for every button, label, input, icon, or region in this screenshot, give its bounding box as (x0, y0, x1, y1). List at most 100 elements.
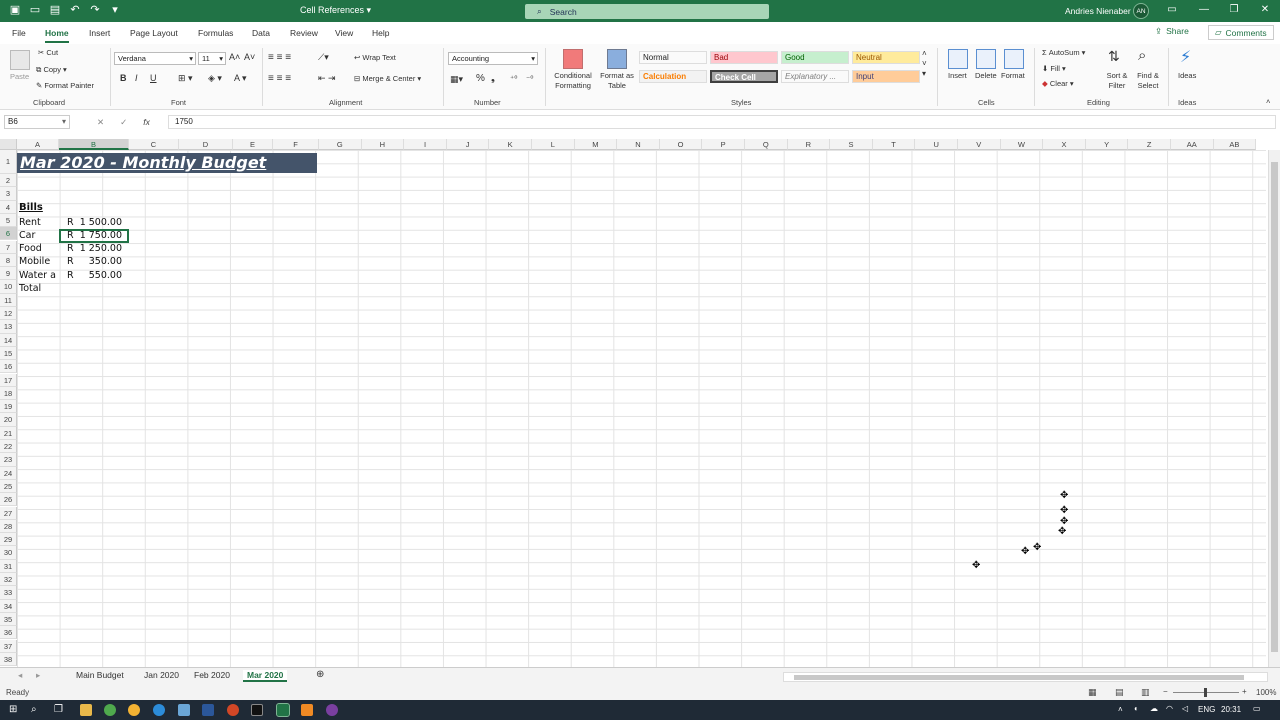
column-header[interactable]: I (404, 139, 447, 150)
edge-icon[interactable] (153, 704, 165, 716)
select-all-corner[interactable] (0, 139, 17, 150)
column-header[interactable]: S (830, 139, 873, 150)
zoom-in-icon[interactable]: + (1242, 687, 1247, 696)
row-header[interactable]: 35 (0, 612, 17, 627)
style-input[interactable]: Input (852, 70, 920, 83)
row-header[interactable]: 23 (0, 453, 17, 467)
row-header[interactable]: 11 (0, 293, 17, 307)
row-header[interactable]: 8 (0, 253, 17, 268)
row-header[interactable]: 7 (0, 240, 17, 254)
row-header[interactable]: 22 (0, 440, 17, 454)
wifi-icon[interactable]: ◠ (1166, 704, 1173, 713)
zoom-slider-thumb[interactable] (1204, 688, 1207, 697)
horizontal-scrollbar[interactable] (783, 672, 1268, 682)
italic-button[interactable]: I (135, 73, 138, 83)
comments-button[interactable]: ▱ Comments (1208, 25, 1274, 40)
conditional-formatting-icon[interactable] (563, 49, 583, 69)
style-neutral[interactable]: Neutral (852, 51, 920, 64)
column-header[interactable]: W (1000, 139, 1044, 150)
bills-header[interactable]: Bills (19, 202, 43, 213)
row-header[interactable]: 12 (0, 307, 17, 321)
conditional-formatting-button[interactable]: Conditional Formatting (550, 71, 596, 91)
task-view-icon[interactable]: ❐ (54, 704, 66, 716)
bold-button[interactable]: B (120, 73, 127, 83)
column-header[interactable]: B (59, 139, 129, 150)
zoom-level[interactable]: 100% (1256, 688, 1276, 697)
bill-amount[interactable]: 550.00 (76, 270, 122, 281)
delete-cells-icon[interactable] (976, 49, 996, 69)
tab-formulas[interactable]: Formulas (198, 28, 233, 38)
style-good[interactable]: Good (781, 51, 849, 64)
add-sheet-icon[interactable]: ⊕ (312, 669, 328, 680)
close-icon[interactable]: ✕ (1258, 4, 1272, 15)
row-header[interactable]: 15 (0, 346, 17, 361)
row-header[interactable]: 33 (0, 586, 17, 600)
column-header[interactable]: X (1043, 139, 1086, 150)
underline-button[interactable]: U (150, 73, 157, 83)
row-header[interactable]: 1 (0, 150, 17, 174)
borders-icon[interactable]: ⊞ ▾ (178, 73, 193, 84)
tray-icon[interactable]: ◐ (1134, 704, 1139, 713)
tab-home[interactable]: Home (45, 28, 69, 43)
align-top-icon[interactable]: ≡ ≡ ≡ (268, 52, 291, 63)
row-header[interactable]: 5 (0, 213, 17, 228)
row-header[interactable]: 20 (0, 413, 17, 427)
row-header[interactable]: 28 (0, 519, 17, 534)
next-sheet-icon[interactable]: ▸ (32, 670, 44, 681)
open-icon[interactable]: ▭ (28, 3, 42, 16)
row-header[interactable]: 26 (0, 493, 17, 507)
cloud-icon[interactable]: ☁ (1150, 704, 1158, 713)
row-header[interactable]: 4 (0, 200, 17, 214)
column-header[interactable]: G (319, 139, 362, 150)
bill-amount[interactable]: 350.00 (76, 256, 122, 267)
row-header[interactable]: 2 (0, 174, 17, 188)
column-header[interactable]: AA (1171, 139, 1214, 150)
redo-icon[interactable]: ↷ (88, 3, 102, 16)
clock[interactable]: 20:31 (1221, 705, 1241, 714)
delete-cells-button[interactable]: Delete (975, 71, 997, 80)
bill-label[interactable]: Water a (19, 270, 56, 281)
page-layout-view-icon[interactable]: ▤ (1115, 687, 1124, 698)
excel-icon[interactable] (276, 703, 290, 717)
row-header[interactable]: 29 (0, 533, 17, 547)
app-icon[interactable] (301, 704, 313, 716)
tray-chevron-icon[interactable]: ˄ (1118, 705, 1123, 714)
chrome-icon[interactable] (104, 704, 116, 716)
insert-function-button[interactable]: fx (143, 115, 150, 129)
format-table-icon[interactable] (607, 49, 627, 69)
paste-icon[interactable] (10, 50, 30, 70)
column-header[interactable]: M (574, 139, 618, 150)
active-cell-selection[interactable] (59, 229, 129, 243)
page-break-view-icon[interactable]: ▥ (1141, 687, 1150, 698)
format-as-table-button[interactable]: Format as Table (598, 71, 636, 91)
undo-icon[interactable]: ↶ (68, 3, 82, 16)
copy-button[interactable]: ⧉ Copy ▾ (36, 65, 67, 75)
collapse-ribbon-icon[interactable]: ˄ (1266, 97, 1270, 106)
row-header[interactable]: 9 (0, 267, 17, 281)
customize-qat-icon[interactable]: ▾ (108, 3, 122, 16)
tab-view[interactable]: View (335, 28, 353, 38)
row-header[interactable]: 17 (0, 373, 17, 387)
save-icon[interactable]: ▤ (48, 3, 62, 16)
prev-sheet-icon[interactable]: ◂ (14, 670, 26, 681)
percent-button[interactable]: % (476, 73, 485, 84)
grow-font-icon[interactable]: A˄ (229, 52, 240, 62)
column-header[interactable]: U (915, 139, 958, 150)
avatar[interactable]: AN (1133, 3, 1149, 19)
style-bad[interactable]: Bad (710, 51, 778, 64)
row-header[interactable]: 36 (0, 626, 17, 640)
wrap-text-button[interactable]: ↩ Wrap Text (354, 53, 396, 62)
style-check-cell[interactable]: Check Cell (710, 70, 778, 83)
column-header[interactable]: V (958, 139, 1001, 150)
column-header[interactable]: D (179, 139, 233, 150)
bill-label[interactable]: Mobile (19, 256, 50, 267)
user-name[interactable]: Andries Nienaber (1065, 6, 1131, 16)
browser-icon[interactable] (128, 704, 140, 716)
row-header[interactable]: 25 (0, 479, 17, 494)
windows-start-icon[interactable]: ⊞ (9, 704, 21, 716)
vertical-scrollbar[interactable] (1268, 150, 1280, 667)
column-header[interactable]: F (273, 139, 319, 150)
scroll-thumb[interactable] (1271, 162, 1278, 652)
normal-view-icon[interactable]: ▦ (1088, 687, 1097, 698)
accounting-format-icon[interactable]: ▦▾ (450, 74, 463, 85)
